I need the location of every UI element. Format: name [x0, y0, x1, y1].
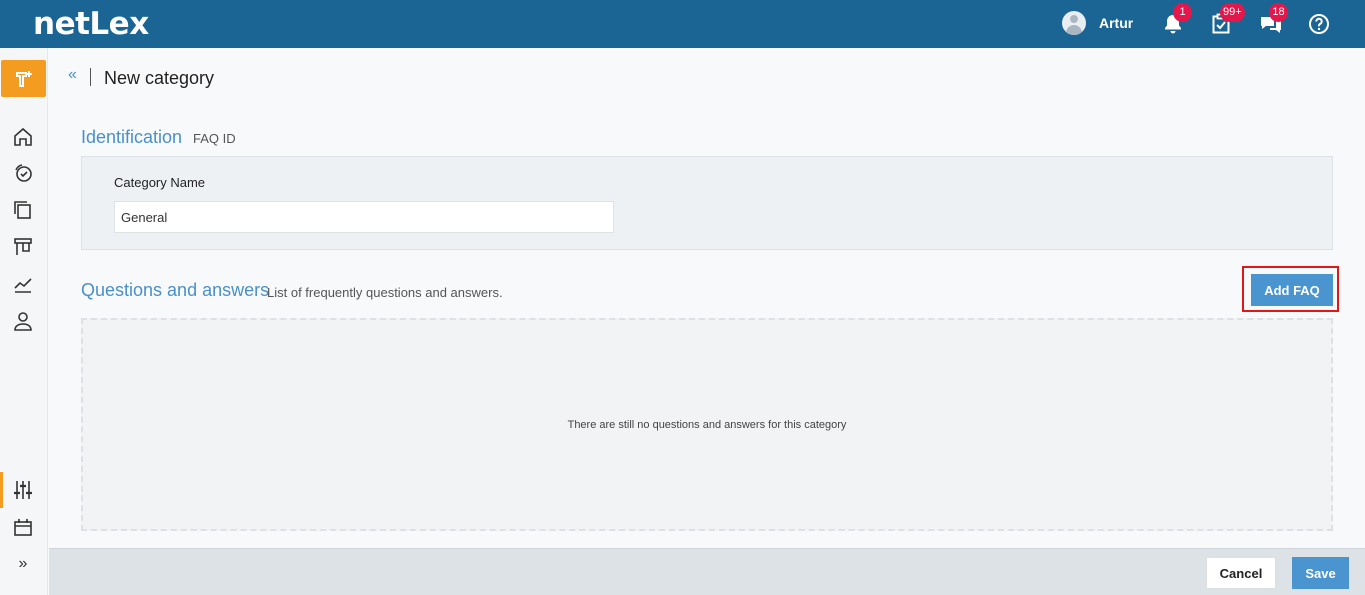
identification-title: Identification	[81, 127, 183, 147]
category-name-label: Category Name	[114, 175, 206, 190]
page-title: New category	[104, 68, 215, 88]
board-icon[interactable]	[12, 236, 34, 258]
category-name-input[interactable]	[114, 201, 614, 233]
bell-icon[interactable]: 1	[1161, 3, 1192, 36]
add-faq-button[interactable]: Add FAQ	[1251, 274, 1333, 306]
qa-title: Questions and answers	[81, 280, 270, 300]
documents-icon[interactable]	[12, 199, 34, 221]
active-indicator	[0, 472, 3, 508]
title-divider	[90, 68, 91, 86]
expand-sidebar-button[interactable]: »	[12, 553, 34, 575]
settings-sliders-icon[interactable]	[12, 479, 34, 501]
add-document-icon	[15, 70, 32, 87]
user-menu[interactable]: Artur	[1062, 11, 1133, 35]
footer-bar	[49, 548, 1365, 595]
avatar[interactable]	[1062, 11, 1086, 35]
add-document-button[interactable]	[1, 60, 46, 97]
home-icon[interactable]	[12, 126, 34, 148]
qa-empty-panel: There are still no questions and answers…	[81, 318, 1333, 531]
message-badge: 18	[1269, 3, 1288, 22]
user-icon[interactable]	[12, 310, 34, 332]
task-badge: 99+	[1220, 3, 1245, 22]
help-icon[interactable]	[1307, 12, 1331, 36]
back-button[interactable]: «	[68, 66, 77, 84]
netlex-logo[interactable]: netLex	[33, 6, 149, 42]
identification-subtitle: FAQ ID	[193, 131, 236, 146]
qa-empty-message: There are still no questions and answers…	[567, 419, 847, 431]
chat-icon[interactable]: 18	[1259, 3, 1288, 36]
user-name[interactable]: Artur	[1099, 15, 1133, 31]
analytics-icon[interactable]	[12, 273, 34, 295]
save-button[interactable]: Save	[1292, 557, 1349, 589]
tasks-icon[interactable]	[12, 162, 34, 184]
qa-subtitle: List of frequently questions and answers…	[267, 285, 503, 300]
calendar-icon[interactable]	[12, 516, 34, 538]
top-bar: netLex Artur 1 99+ 18	[0, 0, 1365, 48]
cancel-button[interactable]: Cancel	[1206, 557, 1276, 589]
task-check-icon[interactable]: 99+	[1210, 3, 1245, 36]
sidebar: »	[0, 48, 48, 595]
notification-badge: 1	[1173, 3, 1192, 22]
